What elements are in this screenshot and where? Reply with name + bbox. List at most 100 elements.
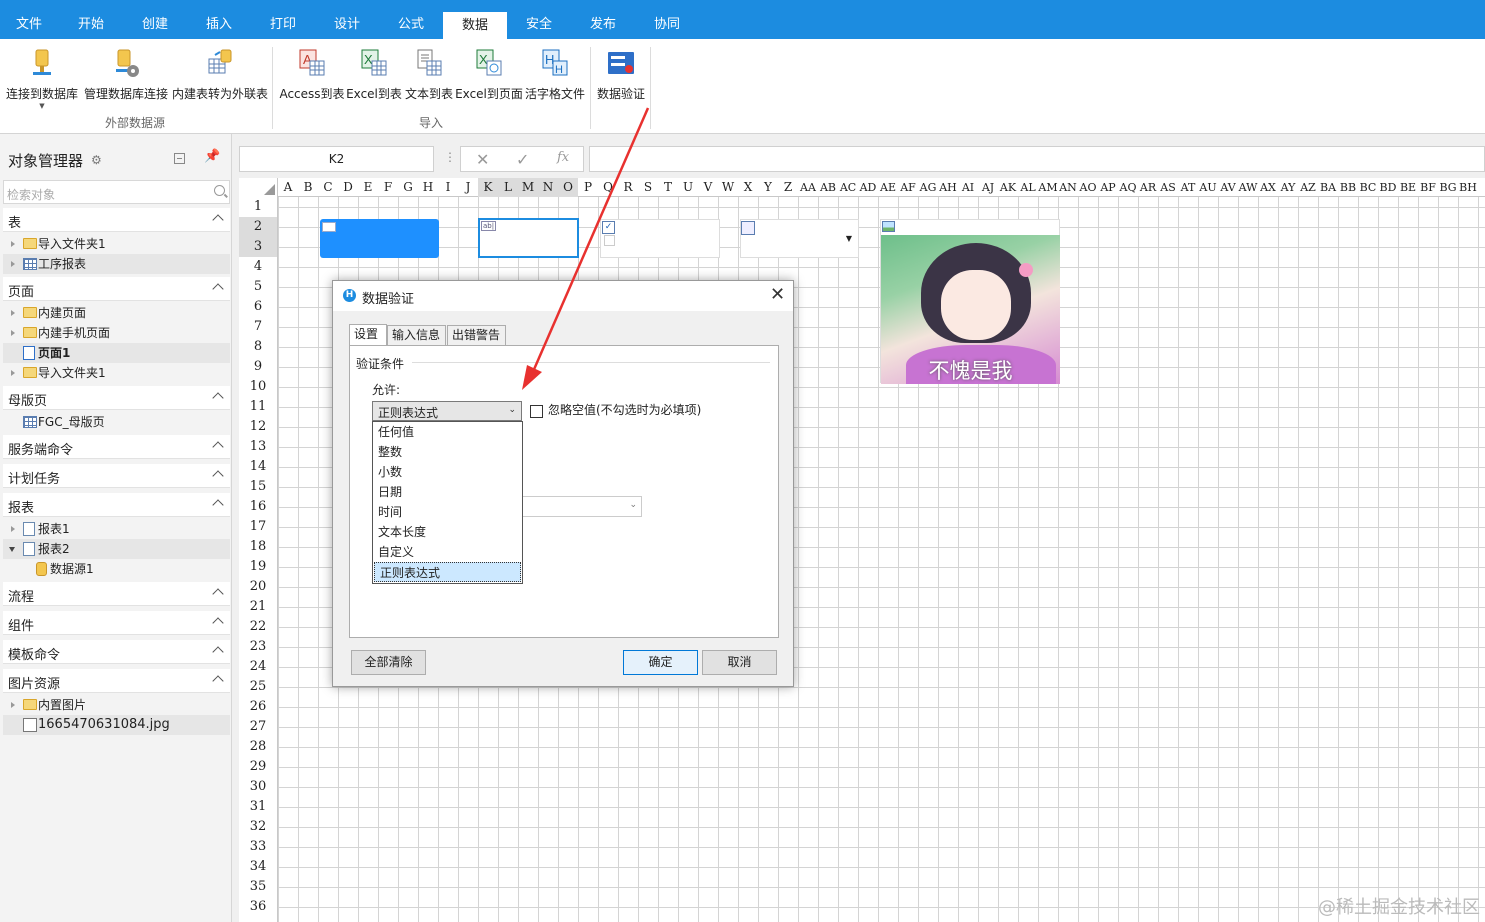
section-scheduled-tasks[interactable]: 计划任务 bbox=[3, 464, 230, 488]
column-header[interactable]: AH bbox=[938, 178, 958, 197]
column-header[interactable]: P bbox=[578, 178, 598, 197]
column-header[interactable]: AN bbox=[1058, 178, 1078, 197]
column-header[interactable]: B bbox=[298, 178, 318, 197]
tab-design[interactable]: 设计 bbox=[322, 0, 372, 39]
column-header[interactable]: AG bbox=[918, 178, 938, 197]
search-icon[interactable] bbox=[214, 185, 225, 196]
column-header[interactable]: AY bbox=[1278, 178, 1298, 197]
search-input[interactable]: 检索对象 bbox=[3, 180, 230, 204]
excel-to-page-button[interactable]: X Excel到页面 bbox=[455, 47, 523, 117]
row-header[interactable]: 2 bbox=[239, 217, 277, 237]
text-to-table-button[interactable]: 文本到表 bbox=[404, 47, 454, 117]
column-header[interactable]: BD bbox=[1378, 178, 1398, 197]
row-header[interactable]: 21 bbox=[239, 597, 277, 617]
column-header[interactable]: H bbox=[418, 178, 438, 197]
tab-home[interactable]: 开始 bbox=[66, 0, 116, 39]
row-header[interactable]: 12 bbox=[239, 417, 277, 437]
column-header[interactable]: BF bbox=[1418, 178, 1438, 197]
column-header[interactable]: X bbox=[738, 178, 758, 197]
tree-item[interactable]: 内建手机页面 bbox=[3, 323, 230, 343]
column-header[interactable]: M bbox=[518, 178, 538, 197]
tree-item[interactable]: 内置图片 bbox=[3, 695, 230, 715]
column-header[interactable]: I bbox=[438, 178, 458, 197]
column-header[interactable]: A bbox=[278, 178, 298, 197]
row-header[interactable]: 29 bbox=[239, 757, 277, 777]
tab-security[interactable]: 安全 bbox=[514, 0, 564, 39]
textbox-control[interactable] bbox=[478, 218, 579, 258]
column-header[interactable]: BH bbox=[1458, 178, 1478, 197]
row-header[interactable]: 35 bbox=[239, 877, 277, 897]
tab-insert[interactable]: 插入 bbox=[194, 0, 244, 39]
tab-create[interactable]: 创建 bbox=[130, 0, 180, 39]
row-header[interactable]: 6 bbox=[239, 297, 277, 317]
column-header[interactable]: Y bbox=[758, 178, 778, 197]
section-tables[interactable]: 表 bbox=[3, 208, 230, 232]
column-header[interactable]: V bbox=[698, 178, 718, 197]
row-header[interactable]: 32 bbox=[239, 817, 277, 837]
select-all-corner[interactable] bbox=[239, 178, 278, 197]
access-to-table-button[interactable]: A Access到表 bbox=[279, 47, 345, 117]
allow-options-list[interactable]: 任何值 整数 小数 日期 时间 文本长度 自定义 正则表达式 bbox=[372, 421, 523, 584]
clear-all-button[interactable]: 全部清除 bbox=[351, 650, 426, 675]
column-header[interactable]: AZ bbox=[1298, 178, 1318, 197]
column-header[interactable]: AP bbox=[1098, 178, 1118, 197]
row-header[interactable]: 5 bbox=[239, 277, 277, 297]
column-header[interactable]: K bbox=[478, 178, 498, 197]
tree-item[interactable]: 导入文件夹1 bbox=[3, 234, 230, 254]
collapse-all-icon[interactable] bbox=[174, 153, 185, 164]
row-header[interactable]: 23 bbox=[239, 637, 277, 657]
option-date[interactable]: 日期 bbox=[373, 482, 522, 502]
close-icon[interactable]: ✕ bbox=[770, 284, 785, 305]
column-header[interactable]: BG bbox=[1438, 178, 1458, 197]
tree-item[interactable]: 页面1 bbox=[3, 343, 230, 363]
tree-item[interactable]: 报表2 bbox=[3, 539, 230, 559]
more-icon[interactable]: ⋮ bbox=[444, 150, 456, 164]
column-header[interactable]: BE bbox=[1398, 178, 1418, 197]
tree-item[interactable]: 工序报表 bbox=[3, 254, 230, 274]
formula-input[interactable] bbox=[589, 146, 1485, 172]
column-header[interactable]: BA bbox=[1318, 178, 1338, 197]
column-header[interactable]: AM bbox=[1038, 178, 1058, 197]
row-header[interactable]: 30 bbox=[239, 777, 277, 797]
section-workflow[interactable]: 流程 bbox=[3, 582, 230, 606]
checkbox-control[interactable] bbox=[600, 219, 720, 258]
tab-print[interactable]: 打印 bbox=[258, 0, 308, 39]
image-control[interactable]: 不愧是我 bbox=[880, 219, 1060, 384]
section-server-commands[interactable]: 服务端命令 bbox=[3, 435, 230, 459]
column-header[interactable]: AR bbox=[1138, 178, 1158, 197]
column-header[interactable]: Z bbox=[778, 178, 798, 197]
row-header[interactable]: 26 bbox=[239, 697, 277, 717]
row-header[interactable]: 13 bbox=[239, 437, 277, 457]
column-header[interactable]: AJ bbox=[978, 178, 998, 197]
manage-connections-button[interactable]: 管理数据库连接 bbox=[83, 47, 169, 117]
tab-settings[interactable]: 设置 bbox=[349, 324, 387, 345]
pin-icon[interactable]: 📌 bbox=[204, 149, 220, 164]
row-header[interactable]: 24 bbox=[239, 657, 277, 677]
column-header[interactable]: R bbox=[618, 178, 638, 197]
tree-item[interactable]: 数据源1 bbox=[3, 559, 230, 579]
column-header[interactable]: W bbox=[718, 178, 738, 197]
convert-table-button[interactable]: 内建表转为外联表 bbox=[171, 47, 269, 117]
ignore-blank-checkbox[interactable] bbox=[530, 405, 543, 418]
column-header[interactable]: AV bbox=[1218, 178, 1238, 197]
column-header[interactable]: AC bbox=[838, 178, 858, 197]
row-header[interactable]: 4 bbox=[239, 257, 277, 277]
column-header[interactable]: U bbox=[678, 178, 698, 197]
option-custom[interactable]: 自定义 bbox=[373, 542, 522, 562]
connect-database-button[interactable]: 连接到数据库 ▼ bbox=[4, 47, 80, 117]
row-header[interactable]: 15 bbox=[239, 477, 277, 497]
column-header[interactable]: AD bbox=[858, 178, 878, 197]
column-header[interactable]: AI bbox=[958, 178, 978, 197]
column-header[interactable]: D bbox=[338, 178, 358, 197]
column-header[interactable]: C bbox=[318, 178, 338, 197]
option-decimal[interactable]: 小数 bbox=[373, 462, 522, 482]
tree-item[interactable]: 内建页面 bbox=[3, 303, 230, 323]
row-header[interactable]: 17 bbox=[239, 517, 277, 537]
button-control[interactable] bbox=[320, 219, 439, 258]
row-header[interactable]: 28 bbox=[239, 737, 277, 757]
column-header[interactable]: AB bbox=[818, 178, 838, 197]
tree-item[interactable]: 报表1 bbox=[3, 519, 230, 539]
section-reports[interactable]: 报表 bbox=[3, 493, 230, 517]
row-header[interactable]: 7 bbox=[239, 317, 277, 337]
section-template-commands[interactable]: 模板命令 bbox=[3, 640, 230, 664]
